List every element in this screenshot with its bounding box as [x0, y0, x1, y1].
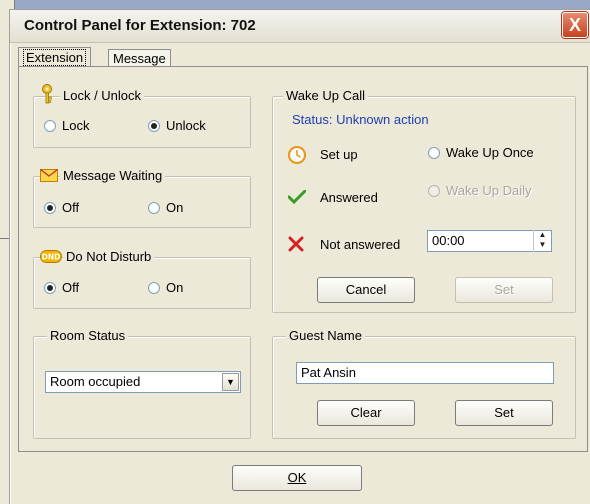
wake-up-daily-label: Wake Up Daily — [446, 183, 532, 198]
chevron-down-icon[interactable]: ▼ — [222, 373, 239, 391]
message-waiting-legend: Message Waiting — [60, 168, 166, 183]
not-answered-label: Not answered — [320, 237, 401, 252]
clock-icon — [288, 146, 306, 164]
dnd-off-dot — [44, 281, 56, 294]
guest-clear-button[interactable]: Clear — [317, 400, 415, 426]
dnd-badge-text: DND — [42, 253, 61, 262]
answered-label: Answered — [320, 190, 378, 205]
wake-up-status: Status: Unknown action — [292, 112, 429, 127]
message-on-radio[interactable]: On — [148, 200, 183, 215]
wake-up-legend: Wake Up Call — [283, 88, 368, 103]
dnd-on-dot — [148, 281, 160, 294]
title-bar: Control Panel for Extension: 702 — [10, 10, 590, 43]
lock-radio-dot — [44, 119, 56, 132]
lock-radio-label: Lock — [62, 118, 90, 133]
wake-up-set-button[interactable]: Set — [455, 277, 553, 303]
tab-message-label: Message — [113, 51, 166, 66]
message-off-dot — [44, 201, 56, 214]
key-icon — [42, 84, 52, 104]
time-spinner[interactable]: ▲ ▼ — [533, 230, 551, 252]
checkmark-icon — [288, 190, 306, 204]
room-status-select[interactable]: Room occupied ▼ — [45, 371, 241, 393]
dnd-icon: DND — [40, 250, 62, 263]
message-on-label: On — [166, 200, 184, 215]
ok-button[interactable]: OK — [232, 465, 362, 491]
room-status-value: Room occupied — [50, 374, 141, 389]
message-off-label: Off — [62, 200, 80, 215]
wake-up-once-dot — [428, 146, 440, 159]
wake-up-once-radio[interactable]: Wake Up Once — [428, 145, 534, 160]
dnd-on-radio[interactable]: On — [148, 280, 183, 295]
setup-label: Set up — [320, 147, 358, 162]
guest-name-value: Pat Ansin — [301, 365, 356, 380]
message-on-dot — [148, 201, 160, 214]
room-status-legend: Room Status — [47, 328, 129, 343]
unlock-radio-label: Unlock — [166, 118, 206, 133]
wake-up-daily-dot — [428, 184, 440, 197]
spin-down-icon[interactable]: ▼ — [534, 240, 551, 250]
cross-icon — [288, 236, 304, 252]
guest-name-input[interactable]: Pat Ansin — [296, 362, 554, 384]
spin-up-icon[interactable]: ▲ — [534, 230, 551, 240]
tab-extension-label: Extension — [23, 49, 87, 66]
lock-legend: Lock / Unlock — [60, 88, 145, 103]
close-button[interactable]: X — [562, 12, 588, 38]
envelope-icon — [40, 169, 58, 182]
dnd-off-label: Off — [62, 280, 80, 295]
message-off-radio[interactable]: Off — [44, 200, 79, 215]
unlock-radio-dot — [148, 119, 160, 132]
guest-set-button[interactable]: Set — [455, 400, 553, 426]
window-title: Control Panel for Extension: 702 — [24, 17, 256, 34]
wake-up-daily-radio[interactable]: Wake Up Daily — [428, 183, 531, 198]
dnd-legend: Do Not Disturb — [63, 249, 155, 264]
lock-radio[interactable]: Lock — [44, 118, 89, 133]
wake-up-cancel-button[interactable]: Cancel — [317, 277, 415, 303]
guest-name-legend: Guest Name — [286, 328, 365, 343]
dnd-off-radio[interactable]: Off — [44, 280, 79, 295]
wake-up-time-value: 00:00 — [432, 233, 465, 248]
unlock-radio[interactable]: Unlock — [148, 118, 206, 133]
dnd-on-label: On — [166, 280, 184, 295]
wake-up-once-label: Wake Up Once — [446, 145, 534, 160]
